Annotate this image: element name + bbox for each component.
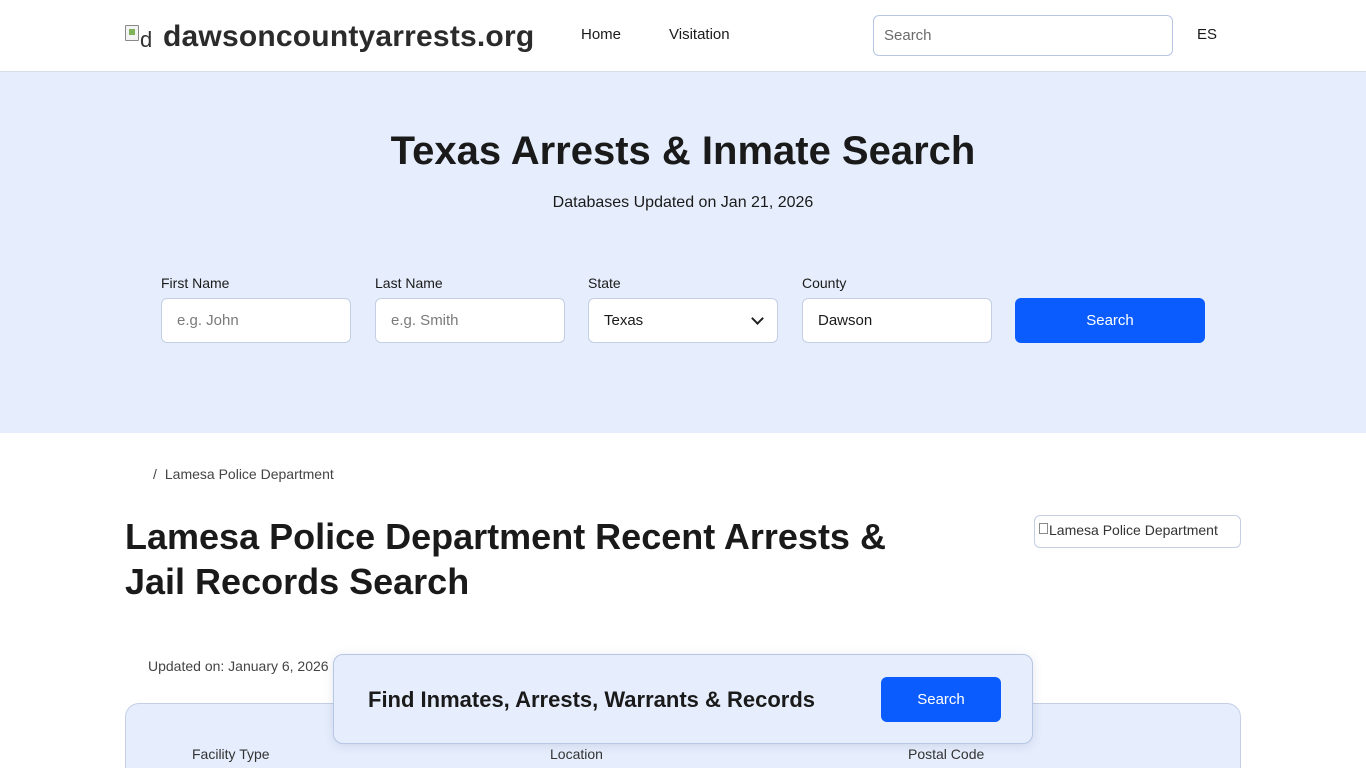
breadcrumb: / Lamesa Police Department xyxy=(153,466,334,482)
hero-title: Texas Arrests & Inmate Search xyxy=(390,129,976,173)
floating-banner-text: Find Inmates, Arrests, Warrants & Record… xyxy=(368,687,816,712)
broken-image-icon xyxy=(1039,523,1048,534)
site-header: d dawsoncountyarrests.org Home Visitatio… xyxy=(0,0,1366,72)
header-search-input[interactable]: Search xyxy=(873,15,1173,56)
logo-alt-text: d xyxy=(140,27,153,52)
postal-code-label: Postal Code xyxy=(908,746,985,762)
nav-visitation-link[interactable]: Visitation xyxy=(669,26,730,43)
county-input[interactable]: Dawson xyxy=(802,298,992,343)
database-updated-text: Databases Updated on Jan 21, 2026 xyxy=(552,194,814,211)
last-name-field: Last Name e.g. Smith xyxy=(375,275,565,343)
county-field: County Dawson xyxy=(802,275,992,343)
last-name-label: Last Name xyxy=(375,275,443,291)
floating-search-button[interactable]: Search xyxy=(881,677,1001,722)
first-name-field: First Name e.g. John xyxy=(161,275,351,343)
site-logo-link[interactable]: d dawsoncountyarrests.org xyxy=(125,20,534,54)
first-name-label: First Name xyxy=(161,275,230,291)
department-image: Lamesa Police Department xyxy=(1034,515,1241,548)
location-label: Location xyxy=(550,746,603,762)
facility-type-label: Facility Type xyxy=(192,746,270,762)
department-image-alt: Lamesa Police Department xyxy=(1049,522,1218,538)
nav-home-link[interactable]: Home xyxy=(581,26,621,43)
breadcrumb-separator: / xyxy=(153,466,157,482)
language-toggle[interactable]: ES xyxy=(1197,26,1217,43)
hero-search-button[interactable]: Search xyxy=(1015,298,1205,343)
state-selected-value: Texas xyxy=(604,312,644,329)
county-value: Dawson xyxy=(818,312,873,329)
site-name: dawsoncountyarrests.org xyxy=(163,20,535,53)
breadcrumb-current: Lamesa Police Department xyxy=(164,466,334,482)
hero-search-section: Texas Arrests & Inmate Search Databases … xyxy=(0,72,1366,433)
logo-image: d xyxy=(125,23,155,51)
broken-image-icon xyxy=(125,25,139,41)
first-name-input[interactable]: e.g. John xyxy=(161,298,351,343)
page-title: Lamesa Police Department Recent Arrests … xyxy=(125,516,886,602)
updated-date: Updated on: January 6, 2026 xyxy=(148,658,329,674)
state-select[interactable]: Texas xyxy=(588,298,778,343)
state-field: State Texas xyxy=(588,275,778,343)
state-label: State xyxy=(588,275,621,291)
last-name-placeholder: e.g. Smith xyxy=(391,312,459,329)
county-label: County xyxy=(802,275,847,291)
floating-search-banner: Find Inmates, Arrests, Warrants & Record… xyxy=(333,654,1033,744)
first-name-placeholder: e.g. John xyxy=(177,312,239,329)
last-name-input[interactable]: e.g. Smith xyxy=(375,298,565,343)
